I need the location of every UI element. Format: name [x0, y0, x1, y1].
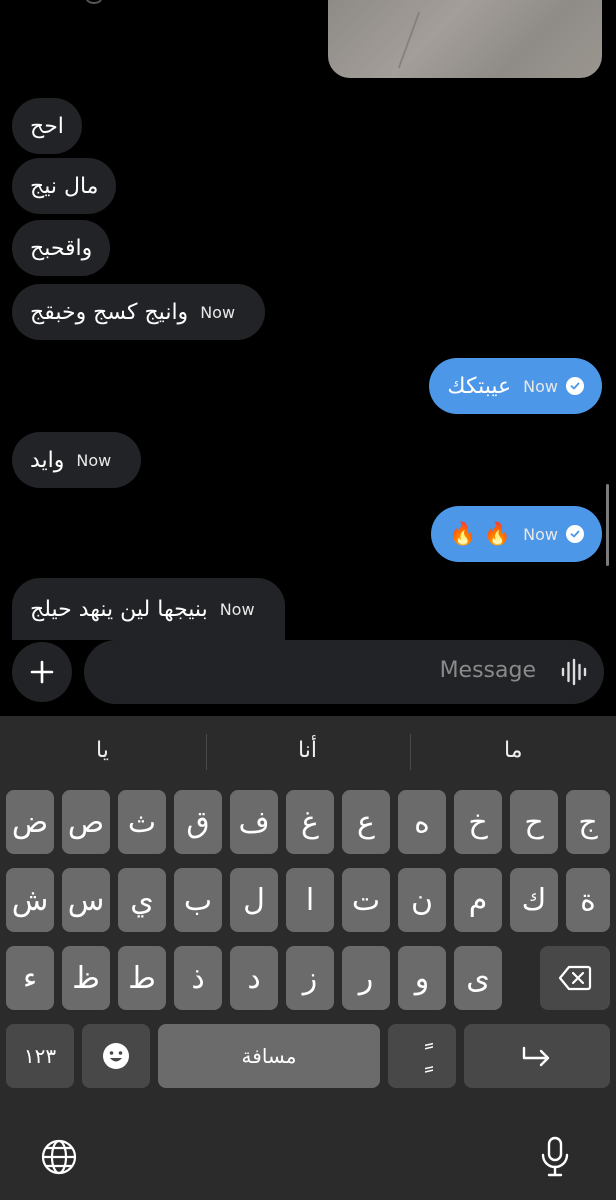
key[interactable]: غ	[286, 790, 334, 854]
key[interactable]: ت	[342, 868, 390, 932]
read-check-icon	[566, 377, 584, 395]
add-attachment-button[interactable]	[12, 642, 72, 702]
backspace-key[interactable]	[540, 946, 610, 1010]
key[interactable]: ط	[118, 946, 166, 1010]
plus-icon	[30, 660, 54, 684]
emoji-key[interactable]	[82, 1024, 150, 1088]
message-time: Now	[219, 599, 255, 619]
enter-key[interactable]	[464, 1024, 610, 1088]
chat-thread[interactable]: احح مال نيج واقحبح وانيج كسج وخبقج Now ع…	[0, 0, 616, 640]
key[interactable]: ك	[510, 868, 558, 932]
message-text: 🔥 🔥	[449, 521, 512, 547]
message-bubble-incoming[interactable]: وانيج كسج وخبقج Now	[12, 284, 266, 340]
key[interactable]: ف	[230, 790, 278, 854]
key[interactable]: ج	[566, 790, 610, 854]
message-bubble-incoming[interactable]: بنيجها لين ينهد حيلج Now	[12, 578, 285, 640]
read-check-icon	[566, 525, 584, 543]
key[interactable]: ب	[174, 868, 222, 932]
backspace-icon	[558, 965, 592, 991]
key[interactable]: ل	[230, 868, 278, 932]
key[interactable]: و	[398, 946, 446, 1010]
key[interactable]: ش	[6, 868, 54, 932]
microphone-icon[interactable]	[540, 1136, 570, 1178]
message-text: بنيجها لين ينهد حيلج	[30, 596, 208, 622]
key[interactable]: ى	[454, 946, 502, 1010]
key[interactable]: س	[62, 868, 110, 932]
message-time: Now	[200, 302, 236, 322]
key[interactable]: ع	[342, 790, 390, 854]
suggestion-item[interactable]: يا	[96, 738, 109, 763]
globe-icon[interactable]	[40, 1138, 78, 1176]
space-key[interactable]: مسافة	[158, 1024, 380, 1088]
message-time: Now	[76, 450, 112, 470]
message-time: Now	[523, 376, 558, 396]
key[interactable]: ق	[174, 790, 222, 854]
key[interactable]: ح	[510, 790, 558, 854]
key[interactable]: ذ	[174, 946, 222, 1010]
key[interactable]: ء	[6, 946, 54, 1010]
composer-bar: Message	[0, 640, 616, 716]
key[interactable]: ز	[286, 946, 334, 1010]
suggestion-item[interactable]: أنا	[298, 738, 317, 763]
key[interactable]: ن	[398, 868, 446, 932]
message-text: واقحبح	[30, 235, 93, 261]
enter-arrow-icon	[522, 1046, 550, 1067]
key[interactable]: ث	[118, 790, 166, 854]
message-bubble-incoming[interactable]: وايد Now	[12, 432, 142, 488]
message-bubble-outgoing[interactable]: عيبتكك Now	[429, 358, 602, 414]
message-input[interactable]: Message	[84, 640, 604, 704]
key[interactable]: ض	[6, 790, 54, 854]
keyboard-bottom-bar	[0, 1116, 616, 1200]
message-bubble-incoming[interactable]: واقحبح	[12, 220, 111, 276]
key[interactable]: ا	[286, 868, 334, 932]
key[interactable]: م	[454, 868, 502, 932]
key[interactable]: د	[230, 946, 278, 1010]
tanween-key[interactable]: ًٍ	[388, 1024, 456, 1088]
key[interactable]: ة	[566, 868, 610, 932]
message-text: احح	[30, 113, 64, 139]
image-message[interactable]	[328, 0, 602, 78]
keyboard: يا أنا ما ض ص ث ق ف غ ع ه خ ح ج ش س ي ب …	[0, 716, 616, 1200]
suggestion-bar: يا أنا ما	[0, 716, 616, 788]
message-bubble-incoming[interactable]: مال نيج	[12, 158, 117, 214]
suggestion-divider	[206, 734, 207, 770]
avatar-fragment	[86, 0, 102, 4]
message-bubble-incoming[interactable]: احح	[12, 98, 82, 154]
message-text: مال نيج	[30, 173, 99, 199]
key[interactable]: ي	[118, 868, 166, 932]
key[interactable]: ه	[398, 790, 446, 854]
scrollbar[interactable]	[606, 484, 609, 566]
message-text: وانيج كسج وخبقج	[30, 299, 189, 325]
message-placeholder: Message	[439, 658, 536, 683]
voice-message-icon[interactable]	[560, 658, 588, 686]
suggestion-divider	[410, 734, 411, 770]
emoji-icon	[103, 1043, 129, 1069]
message-text: عيبتكك	[447, 373, 512, 399]
message-text: وايد	[30, 447, 65, 473]
key[interactable]: ظ	[62, 946, 110, 1010]
key[interactable]: خ	[454, 790, 502, 854]
key[interactable]: ر	[342, 946, 390, 1010]
suggestion-item[interactable]: ما	[504, 738, 523, 763]
message-time: Now	[523, 524, 558, 544]
key[interactable]: ص	[62, 790, 110, 854]
message-bubble-outgoing[interactable]: 🔥 🔥 Now	[431, 506, 602, 562]
numbers-key[interactable]: ١٢٣	[6, 1024, 74, 1088]
